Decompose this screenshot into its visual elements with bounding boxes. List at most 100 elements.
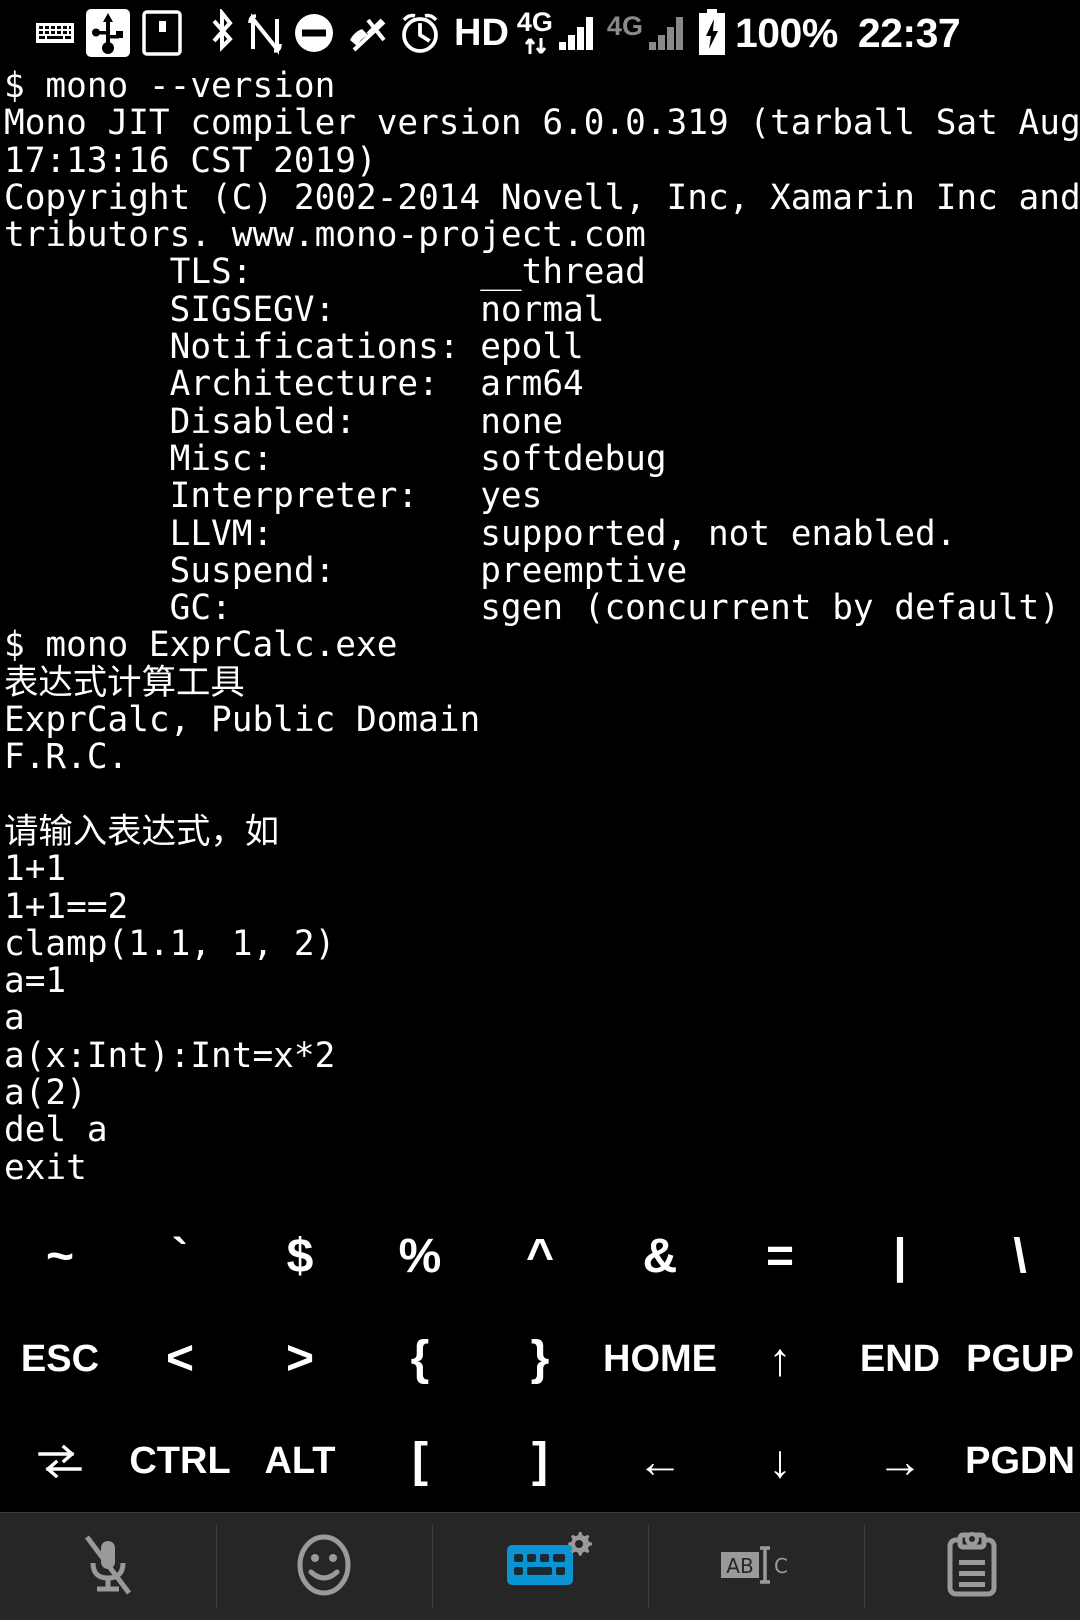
clock-label: 22:37 — [857, 9, 961, 56]
key-brace-open[interactable]: { — [360, 1308, 480, 1410]
text-select-button[interactable]: AB C — [648, 1513, 864, 1620]
key-greater-than[interactable]: > — [240, 1308, 360, 1410]
key-ampersand[interactable]: & — [600, 1206, 720, 1308]
extra-keys-bar[interactable]: ~ ` $% ^ & = | \ ESC < > {} HOME ↑ END PGUP CTRL ALT [] ← ↓ →… — [0, 1206, 1080, 1512]
terminal-line: Architecture: arm64 — [4, 364, 584, 405]
key-percent[interactable]: % — [360, 1206, 480, 1308]
status-bar: HD 4G 4G 100% 22:37 — [0, 0, 1080, 66]
terminal-line: Copyright (C) 2002-2014 Novell, Inc, Xam… — [4, 177, 1080, 218]
key-ctrl-label: CTRL — [129, 1440, 231, 1482]
key-page-up[interactable]: PGUP — [960, 1308, 1080, 1410]
clipboard-button[interactable] — [864, 1513, 1080, 1620]
terminal-line: clamp(1.1, 1, 2) — [4, 923, 336, 964]
key-bracket-open[interactable]: [ — [360, 1410, 480, 1512]
key-arrow-down-label: ↓ — [768, 1435, 792, 1487]
key-percent-label: % — [398, 1230, 442, 1283]
svg-text:AB: AB — [726, 1554, 753, 1578]
terminal-line: $ mono ExprCalc.exe — [4, 625, 398, 666]
key-bracket-open-label: [ — [412, 1434, 428, 1487]
terminal-line: 表达式计算工具 — [4, 662, 245, 703]
key-dollar[interactable]: $ — [240, 1206, 360, 1308]
key-alt[interactable]: ALT — [240, 1410, 360, 1512]
svg-text:C: C — [774, 1554, 788, 1578]
terminal-line: tributors. www.mono-project.com — [4, 215, 646, 256]
key-tilde[interactable]: ~ — [0, 1206, 120, 1308]
terminal-line: Mono JIT compiler version 6.0.0.319 (tar… — [4, 103, 1080, 144]
key-tilde-label: ~ — [45, 1230, 75, 1283]
key-brace-close[interactable]: } — [480, 1308, 600, 1410]
terminal-line: TLS: __thread — [4, 252, 646, 293]
key-pipe[interactable]: | — [840, 1206, 960, 1308]
bluetooth-icon — [206, 7, 238, 59]
key-pipe-label: | — [893, 1230, 907, 1283]
text-select-icon: AB C — [719, 1542, 793, 1592]
sim-card-icon — [142, 7, 182, 59]
clipboard-icon — [945, 1531, 999, 1602]
network-1-label: 4G — [516, 7, 553, 38]
key-alt-label: ALT — [264, 1440, 336, 1482]
alarm-icon — [398, 7, 442, 59]
terminal-line: a(2) — [4, 1073, 87, 1114]
network-2-label: 4G — [606, 11, 643, 41]
key-arrow-down[interactable]: ↓ — [720, 1410, 840, 1512]
key-arrow-up-label: ↑ — [768, 1333, 792, 1385]
key-end[interactable]: END — [840, 1308, 960, 1410]
key-brace-close-label: } — [530, 1332, 550, 1385]
terminal-line: Disabled: none — [4, 401, 564, 442]
key-arrow-left[interactable]: ← — [600, 1410, 720, 1512]
terminal-line: a=1 — [4, 961, 67, 1002]
emoji-icon — [294, 1532, 354, 1602]
key-end-label: END — [859, 1338, 941, 1380]
gear-icon[interactable] — [564, 1529, 594, 1563]
battery-charging-icon — [697, 7, 727, 59]
key-arrow-up[interactable]: ↑ — [720, 1308, 840, 1410]
terminal-line: a — [4, 998, 25, 1039]
signal-bars-1 — [558, 16, 593, 50]
key-less-than-label: < — [165, 1332, 195, 1385]
key-equals[interactable]: = — [720, 1206, 840, 1308]
key-backtick-label: ` — [172, 1230, 188, 1283]
terminal-line: exit — [4, 1147, 87, 1188]
key-ampersand-label: & — [642, 1230, 678, 1283]
extra-keys-row: ~ ` $% ^ & = | \ — [0, 1206, 1080, 1308]
key-backslash-label: \ — [1013, 1230, 1027, 1283]
keyboard-toggle-button[interactable] — [432, 1513, 648, 1620]
key-arrow-right[interactable]: → — [840, 1410, 960, 1512]
mic-muted-button[interactable] — [0, 1513, 216, 1620]
key-less-than[interactable]: < — [120, 1308, 240, 1410]
hd-label: HD — [454, 12, 509, 54]
bottom-toolbar[interactable]: AB C — [0, 1512, 1080, 1620]
extra-keys-row: ESC < > {} HOME ↑ END PGUP — [0, 1308, 1080, 1410]
terminal-output[interactable]: $ mono --version Mono JIT compiler versio… — [0, 66, 1080, 1206]
signal-bars-2 — [648, 17, 683, 50]
emoji-button[interactable] — [216, 1513, 432, 1620]
extra-keys-row: CTRL ALT [] ← ↓ → PGDN — [0, 1410, 1080, 1512]
terminal-line: 1+1==2 — [4, 886, 129, 927]
terminal-line: GC: sgen (concurrent by default) — [4, 588, 1060, 629]
key-bracket-close-label: ] — [532, 1434, 548, 1487]
terminal-line: Interpreter: yes — [4, 476, 543, 517]
key-page-up-label: PGUP — [966, 1338, 1074, 1380]
nfc-icon — [248, 7, 282, 59]
key-arrow-left-label: ← — [637, 1435, 683, 1487]
key-esc[interactable]: ESC — [0, 1308, 120, 1410]
key-backtick[interactable]: ` — [120, 1206, 240, 1308]
do-not-disturb-icon — [292, 7, 336, 59]
key-page-down-label: PGDN — [965, 1440, 1075, 1482]
key-caret-label: ^ — [525, 1230, 555, 1283]
terminal-line: SIGSEGV: normal — [4, 289, 605, 330]
key-tab[interactable] — [0, 1410, 120, 1512]
key-page-down[interactable]: PGDN — [960, 1410, 1080, 1512]
key-ctrl[interactable]: CTRL — [120, 1410, 240, 1512]
terminal-line: del a — [4, 1110, 108, 1151]
terminal-line: ExprCalc, Public Domain — [4, 700, 481, 741]
key-greater-than-label: > — [285, 1332, 315, 1385]
key-bracket-close[interactable]: ] — [480, 1410, 600, 1512]
key-home[interactable]: HOME — [600, 1308, 720, 1410]
key-backslash[interactable]: \ — [960, 1206, 1080, 1308]
usb-icon — [86, 7, 130, 59]
key-equals-label: = — [765, 1230, 795, 1283]
terminal-line: $ mono --version — [4, 66, 336, 106]
terminal-line: Notifications: epoll — [4, 327, 584, 368]
key-caret[interactable]: ^ — [480, 1206, 600, 1308]
